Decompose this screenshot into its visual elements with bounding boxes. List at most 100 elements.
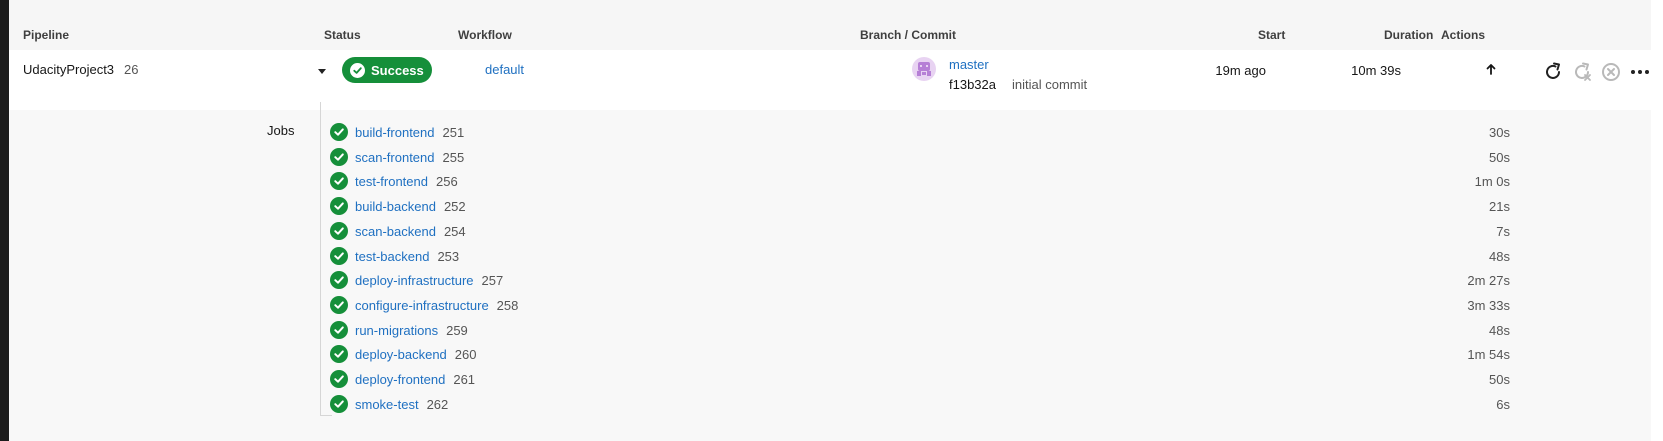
job-row: run-migrations 259 48s [330,320,1510,342]
job-number: 256 [436,174,458,190]
header-branch-commit: Branch / Commit [860,28,957,42]
branch-link[interactable]: master [949,57,989,72]
user-avatar-icon [912,57,936,81]
check-circle-icon [330,345,348,364]
commit-hash[interactable]: f13b32a [949,77,996,92]
job-number: 254 [443,223,466,239]
header-start: Start [1258,28,1286,42]
header-status: Status [324,28,361,42]
job-link[interactable]: deploy-backend [355,347,447,362]
jobs-panel: Jobs build-frontend 251 30s scan-frontend 25… [9,102,1651,441]
job-link[interactable]: smoke-test [355,397,419,412]
job-name-group: scan-backend 254 [355,224,466,239]
status-badge[interactable]: Success [342,57,432,83]
job-duration: 1m 54s [1467,347,1510,363]
job-name-group: run-migrations 259 [355,323,468,338]
job-link[interactable]: configure-infrastructure [355,298,489,313]
job-number: 251 [442,125,465,140]
job-number: 260 [454,347,477,363]
job-row: build-frontend 251 30s [330,122,1510,144]
page-margin [1651,0,1663,441]
check-circle-icon [350,62,365,78]
job-row: deploy-frontend 261 50s [330,369,1510,391]
check-circle-icon [330,147,348,166]
job-duration: 6s [1496,396,1510,412]
check-circle-icon [330,172,348,191]
job-duration: 7s [1496,223,1510,239]
workflow-link[interactable]: default [485,62,524,77]
job-number: 257 [481,273,504,289]
job-name-group: scan-frontend 255 [355,150,464,165]
rerun-failed-icon[interactable] [1571,61,1593,88]
top-spacer [9,0,1651,20]
job-row: test-backend 253 48s [330,246,1510,268]
job-number: 253 [437,248,460,264]
job-duration: 50s [1489,149,1510,165]
job-number: 255 [442,149,465,165]
check-circle-icon [330,394,348,413]
job-duration: 48s [1489,248,1510,264]
job-row: smoke-test 262 6s [330,394,1510,416]
job-link[interactable]: build-frontend [355,125,435,140]
commit-message: initial commit [1012,77,1088,92]
job-duration: 50s [1489,372,1510,387]
pipeline-name[interactable]: UdacityProject3 [23,62,114,77]
check-circle-icon [330,295,348,314]
job-link[interactable]: run-migrations [355,323,438,338]
status-label: Success [371,62,424,78]
chevron-down-icon[interactable] [318,69,326,74]
check-circle-icon [330,246,348,265]
check-circle-icon [330,197,348,216]
arrow-up-icon [1485,62,1497,81]
job-duration: 48s [1489,322,1510,338]
job-name-group: deploy-frontend 261 [355,372,475,387]
job-number: 262 [426,396,449,412]
jobs-label: Jobs [267,123,295,138]
job-number: 261 [453,372,476,387]
more-options-icon[interactable] [1629,61,1651,88]
duration: 10m 39s [1351,63,1401,78]
job-number: 258 [496,297,519,313]
job-number: 252 [443,199,466,215]
job-name-group: deploy-infrastructure 257 [355,273,503,288]
job-duration: 30s [1489,125,1510,140]
cancel-icon[interactable] [1600,61,1622,88]
job-row: scan-frontend 255 50s [330,147,1510,169]
job-name-group: smoke-test 262 [355,397,448,412]
check-circle-icon [330,320,348,339]
job-name-group: build-frontend 251 [355,125,464,140]
window-edge [0,0,9,441]
check-circle-icon [330,370,348,388]
job-link[interactable]: deploy-infrastructure [355,273,474,288]
job-row: deploy-backend 260 1m 54s [330,344,1510,366]
pipeline-number: 26 [124,62,139,77]
job-number: 259 [446,322,468,338]
rerun-icon[interactable] [1542,61,1564,88]
header-actions: Actions [1441,28,1486,42]
job-name-group: configure-infrastructure 258 [355,298,518,313]
job-row: test-frontend 256 1m 0s [330,171,1510,193]
job-duration: 1m 0s [1474,174,1510,190]
header-duration: Duration [1384,28,1434,42]
job-row: scan-backend 254 7s [330,221,1510,243]
job-link[interactable]: deploy-frontend [355,372,445,387]
header-pipeline: Pipeline [23,28,70,42]
check-circle-icon [330,221,348,240]
job-link[interactable]: test-frontend [355,174,428,189]
job-duration: 2m 27s [1467,273,1510,289]
job-name-group: deploy-backend 260 [355,347,477,362]
job-row: build-backend 252 21s [330,196,1510,218]
job-duration: 3m 33s [1467,297,1510,313]
job-link[interactable]: scan-backend [355,224,436,239]
job-name-group: build-backend 252 [355,199,466,214]
job-duration: 21s [1489,199,1510,215]
start-time: 19m ago [1215,63,1266,78]
job-name-group: test-backend 253 [355,249,459,264]
header-workflow: Workflow [458,28,512,42]
job-row: deploy-infrastructure 257 2m 27s [330,270,1510,292]
job-link[interactable]: scan-frontend [355,150,435,165]
job-link[interactable]: test-backend [355,249,429,264]
check-circle-icon [330,123,348,141]
job-link[interactable]: build-backend [355,199,436,214]
pipeline-row: UdacityProject3 26 Success default maste… [9,50,1651,110]
